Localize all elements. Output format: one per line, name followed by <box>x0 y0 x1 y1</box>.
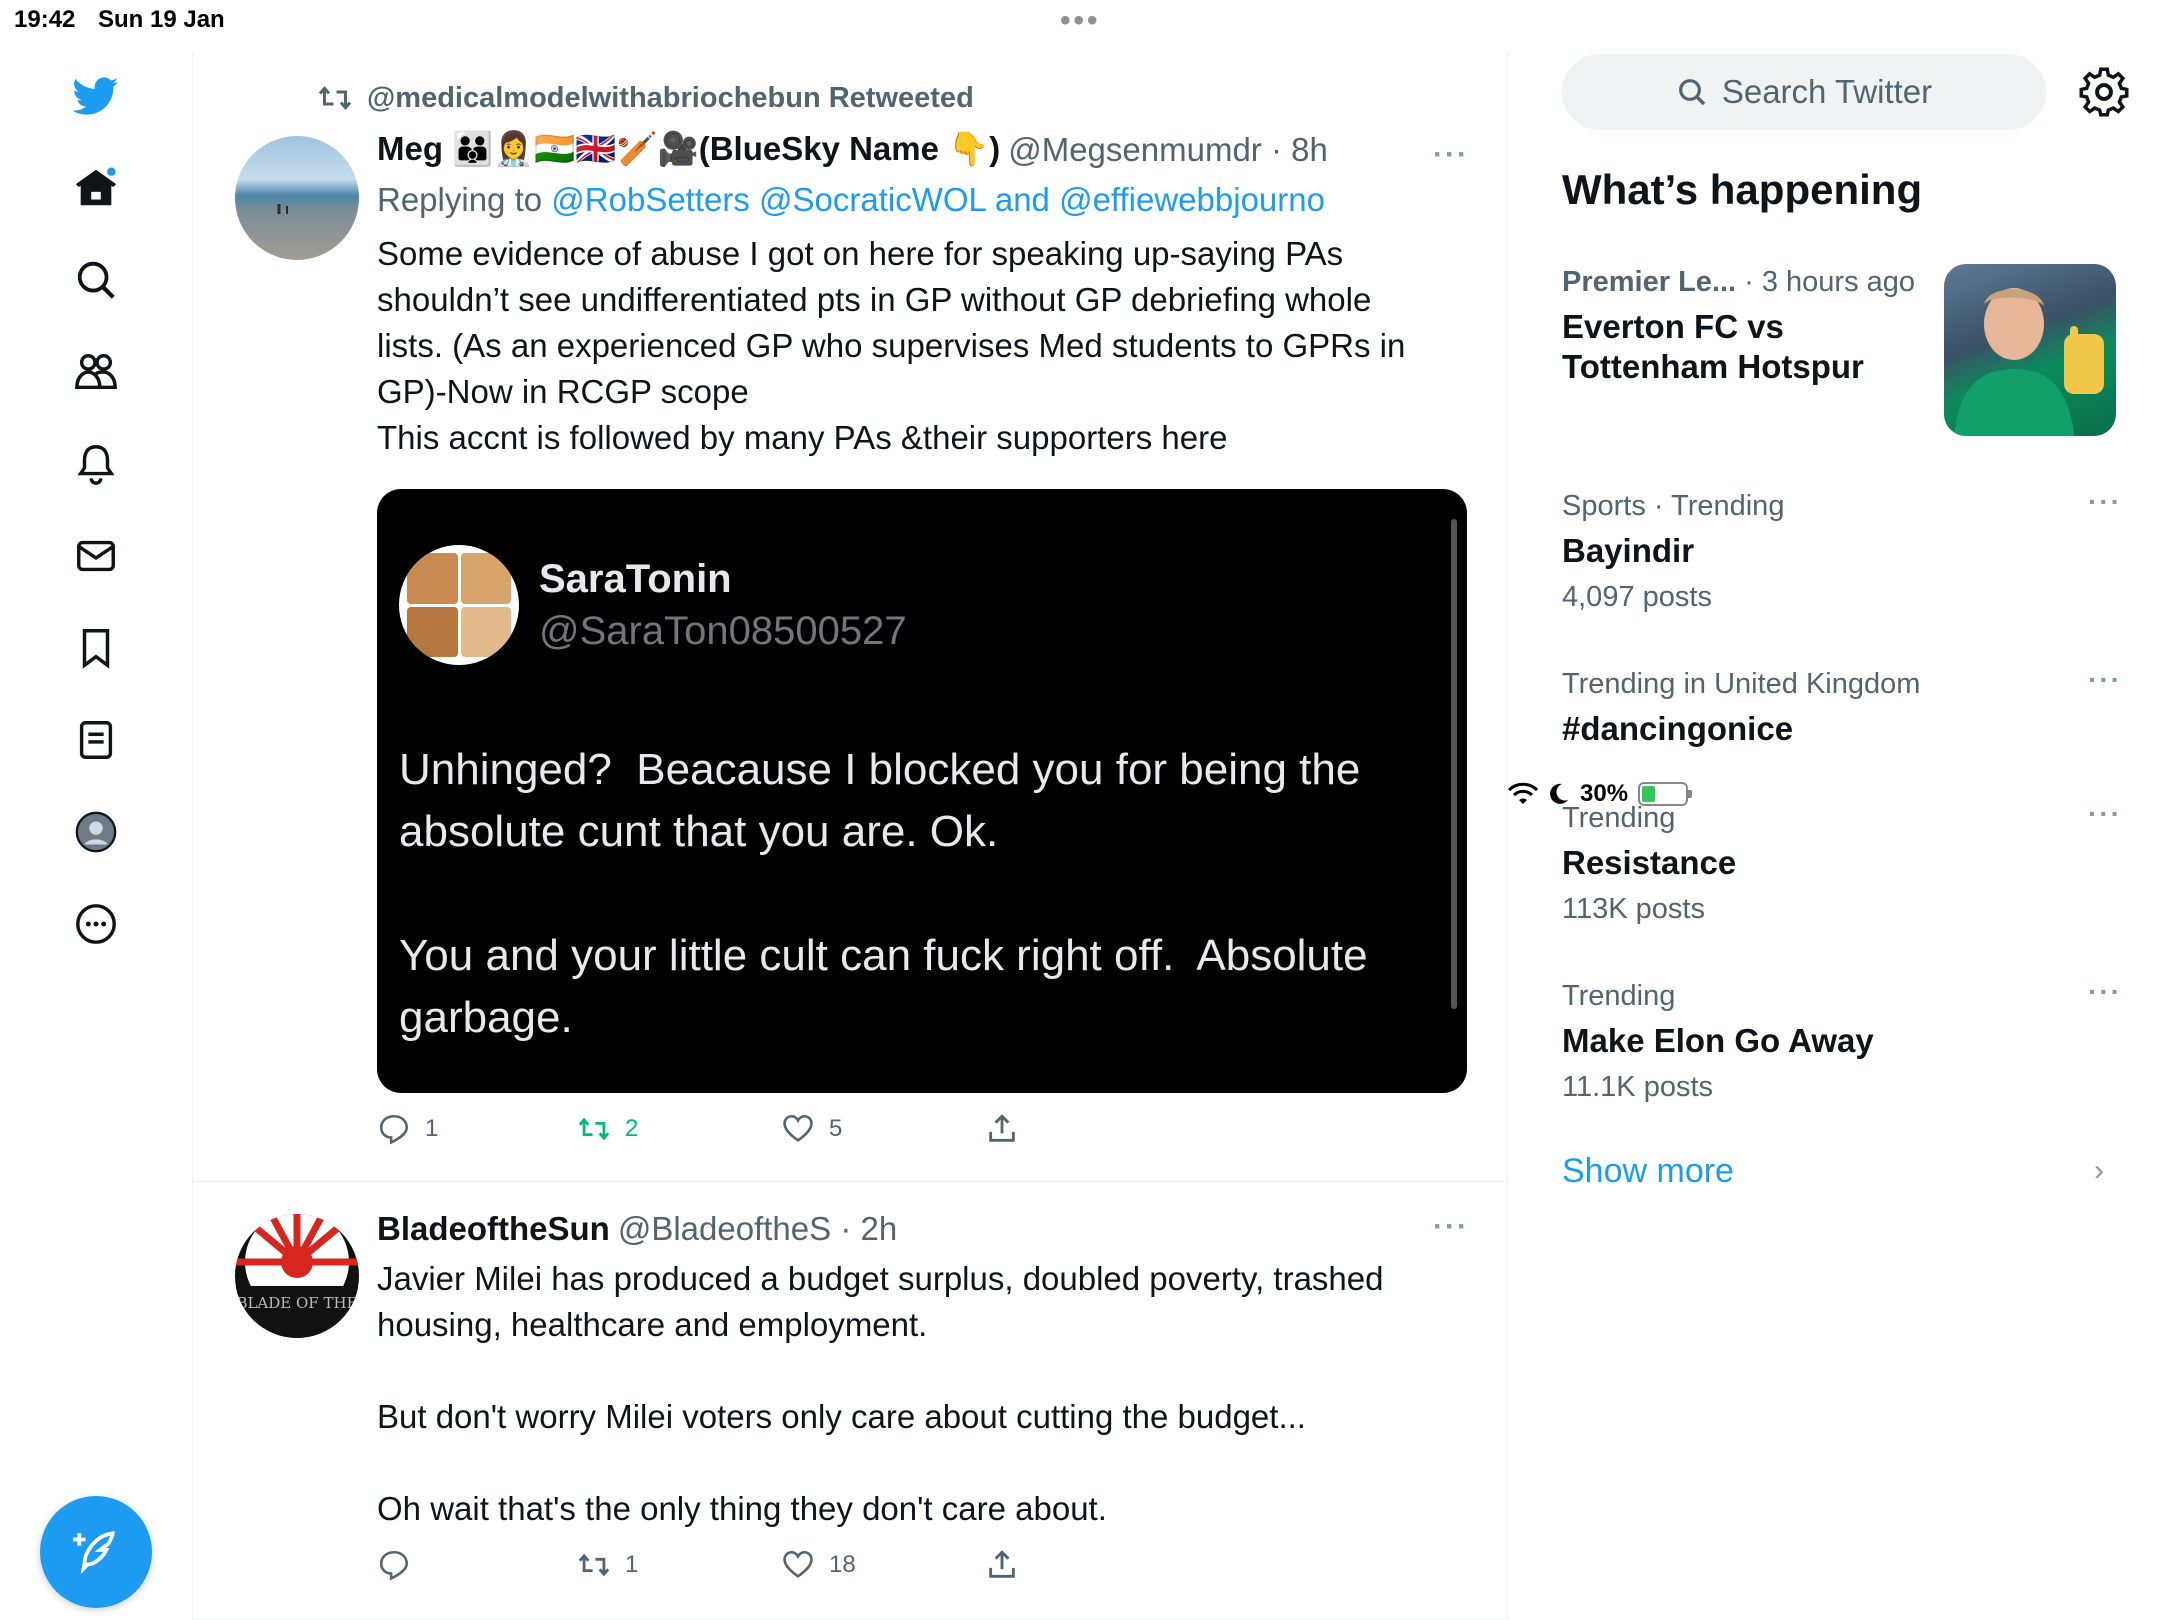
tweet-more-button[interactable]: ··· <box>1433 1210 1469 1244</box>
trend-posts: 4,097 posts <box>1562 581 1712 613</box>
trend-posts: 11.1K posts <box>1562 1071 1714 1103</box>
author-name[interactable]: BladeoftheSun <box>377 1210 610 1248</box>
trend-more-button[interactable]: ··· <box>2088 486 2122 518</box>
reply-icon <box>379 1114 409 1145</box>
avatar-text: BLADE OF THE <box>236 1294 357 1312</box>
replying-to-users[interactable]: @RobSetters @SocraticWOL and @effiewebbj… <box>551 181 1325 218</box>
chevron-right-icon[interactable]: › <box>2094 1154 2104 1188</box>
trend-category: Trending <box>1562 802 1676 834</box>
right-sidebar: Search Twitter What’s happening Premier … <box>1508 40 2160 1620</box>
timeline: @medicalmodelwithabriochebun Retweeted M… <box>192 52 1509 1620</box>
trend-item[interactable]: Trending Make Elon Go Away 11.1K posts ·… <box>1562 976 2122 1104</box>
avatar[interactable]: BLADE OF THE <box>235 1214 359 1338</box>
status-time: 19:42 <box>14 6 76 33</box>
embed-author-handle: @SaraTon08500527 <box>539 609 907 653</box>
trend-title: Everton FC vs Tottenham Hotspur <box>1562 308 1864 385</box>
retweet-button[interactable]: 1 <box>577 1548 781 1582</box>
like-button[interactable]: 5 <box>781 1112 985 1146</box>
share-button[interactable] <box>985 1548 1019 1582</box>
gear-icon[interactable] <box>2078 66 2130 118</box>
retweeted-by-label[interactable]: @medicalmodelwithabriochebun Retweeted <box>367 82 974 115</box>
reply-icon <box>379 1550 409 1581</box>
left-navigation <box>0 40 192 1620</box>
like-count: 18 <box>829 1551 856 1578</box>
heart-icon <box>783 1550 813 1578</box>
retweet-icon <box>578 1553 610 1577</box>
tweet-image[interactable]: SaraTonin @SaraTon08500527 Unhinged? Bea… <box>377 489 1467 1093</box>
trend-category: Trending <box>1562 980 1676 1012</box>
trend-image[interactable] <box>1944 264 2116 436</box>
search-input[interactable]: Search Twitter <box>1562 54 2046 130</box>
tweet-actions: 1 18 <box>377 1548 1019 1582</box>
search-icon <box>1678 79 1706 106</box>
embed-scrollbar <box>1451 519 1457 1009</box>
status-bar: 19:42 Sun 19 Jan ••• 30% <box>0 0 2160 807</box>
trend-more-button[interactable]: ··· <box>2088 798 2122 830</box>
embed-author-name: SaraTonin <box>539 557 732 601</box>
twitter-logo[interactable] <box>66 66 126 126</box>
show-more-link[interactable]: Show more <box>1562 1152 1734 1191</box>
heart-icon <box>783 1114 813 1142</box>
trend-item[interactable]: Trending in United Kingdom #dancingonice… <box>1562 664 2122 749</box>
trend-title: Make Elon Go Away <box>1562 1022 1874 1059</box>
notifications-icon[interactable] <box>66 434 126 494</box>
share-icon <box>989 1114 1015 1142</box>
avatar[interactable] <box>235 136 359 260</box>
trend-item[interactable]: Trending Resistance 113K posts ··· <box>1562 798 2122 926</box>
reply-button[interactable] <box>377 1548 577 1582</box>
tweet-text: Some evidence of abuse I got on here for… <box>377 235 1406 456</box>
bookmarks-icon[interactable] <box>66 618 126 678</box>
retweet-count: 1 <box>625 1551 639 1578</box>
communities-icon[interactable] <box>66 342 126 402</box>
tweet-actions: 1 2 5 <box>377 1112 1019 1146</box>
trend-item[interactable]: Premier Le... · 3 hours ago Everton FC v… <box>1562 266 1932 387</box>
like-count: 5 <box>829 1115 843 1142</box>
replying-to-label: Replying to <box>377 181 543 218</box>
trend-category: Trending in United Kingdom <box>1562 668 1921 700</box>
compose-button[interactable] <box>40 1496 152 1608</box>
trend-item[interactable]: Sports · Trending Bayindir 4,097 posts ·… <box>1562 486 2122 614</box>
trend-title: #dancingonice <box>1562 710 1794 747</box>
status-date: Sun 19 Jan <box>98 6 225 33</box>
retweet-icon <box>318 85 352 111</box>
profile-icon[interactable] <box>66 802 126 862</box>
home-icon[interactable] <box>66 158 126 218</box>
author-handle[interactable]: @Megsenmumdr · 8h <box>1008 131 1328 169</box>
embed-avatar <box>399 545 519 665</box>
whats-happening-title: What’s happening <box>1562 166 1923 213</box>
trend-more-button[interactable]: ··· <box>2088 976 2122 1008</box>
tweet[interactable]: @medicalmodelwithabriochebun Retweeted M… <box>193 52 1509 1182</box>
share-button[interactable] <box>985 1112 1019 1146</box>
tweet-more-button[interactable]: ··· <box>1433 138 1469 172</box>
trend-category: Sports · Trending <box>1562 490 1785 522</box>
tweet[interactable]: BLADE OF THE BladeoftheSun @BladeoftheS … <box>193 1182 1509 1620</box>
lists-icon[interactable] <box>66 710 126 770</box>
search-icon[interactable] <box>66 250 126 310</box>
reply-button[interactable]: 1 <box>377 1112 577 1146</box>
retweeted-by: @medicalmodelwithabriochebun Retweeted <box>317 80 974 116</box>
messages-icon[interactable] <box>66 526 126 586</box>
multitasking-dots[interactable]: ••• <box>1060 4 1101 38</box>
more-icon[interactable] <box>66 894 126 954</box>
trend-title: Bayindir <box>1562 532 1695 569</box>
trend-posts: 113K posts <box>1562 893 1705 925</box>
tweet-text: Javier Milei has produced a budget surpl… <box>377 1260 1384 1527</box>
trend-title: Resistance <box>1562 844 1737 881</box>
share-icon <box>989 1550 1015 1578</box>
retweet-count: 2 <box>625 1115 639 1142</box>
replying-to: Replying to @RobSetters @SocraticWOL and… <box>377 181 1477 219</box>
trend-more-button[interactable]: ··· <box>2088 664 2122 696</box>
like-button[interactable]: 18 <box>781 1548 985 1582</box>
embed-text: Unhinged? Beacause I blocked you for bei… <box>399 745 1368 1042</box>
compose-icon <box>73 1531 115 1575</box>
author-handle[interactable]: @BladeoftheS · 2h <box>618 1210 897 1248</box>
trend-time: · 3 hours ago <box>1736 266 1916 298</box>
author-name[interactable]: Meg 👪👩‍⚕️🇮🇳🇬🇧🏏🎥(BlueSky Name 👇) <box>377 130 1000 169</box>
retweet-icon <box>578 1117 610 1141</box>
reply-count: 1 <box>425 1115 439 1142</box>
search-placeholder: Search Twitter <box>1721 73 1933 110</box>
trend-category: Premier Le... <box>1562 266 1737 298</box>
retweet-button[interactable]: 2 <box>577 1112 781 1146</box>
